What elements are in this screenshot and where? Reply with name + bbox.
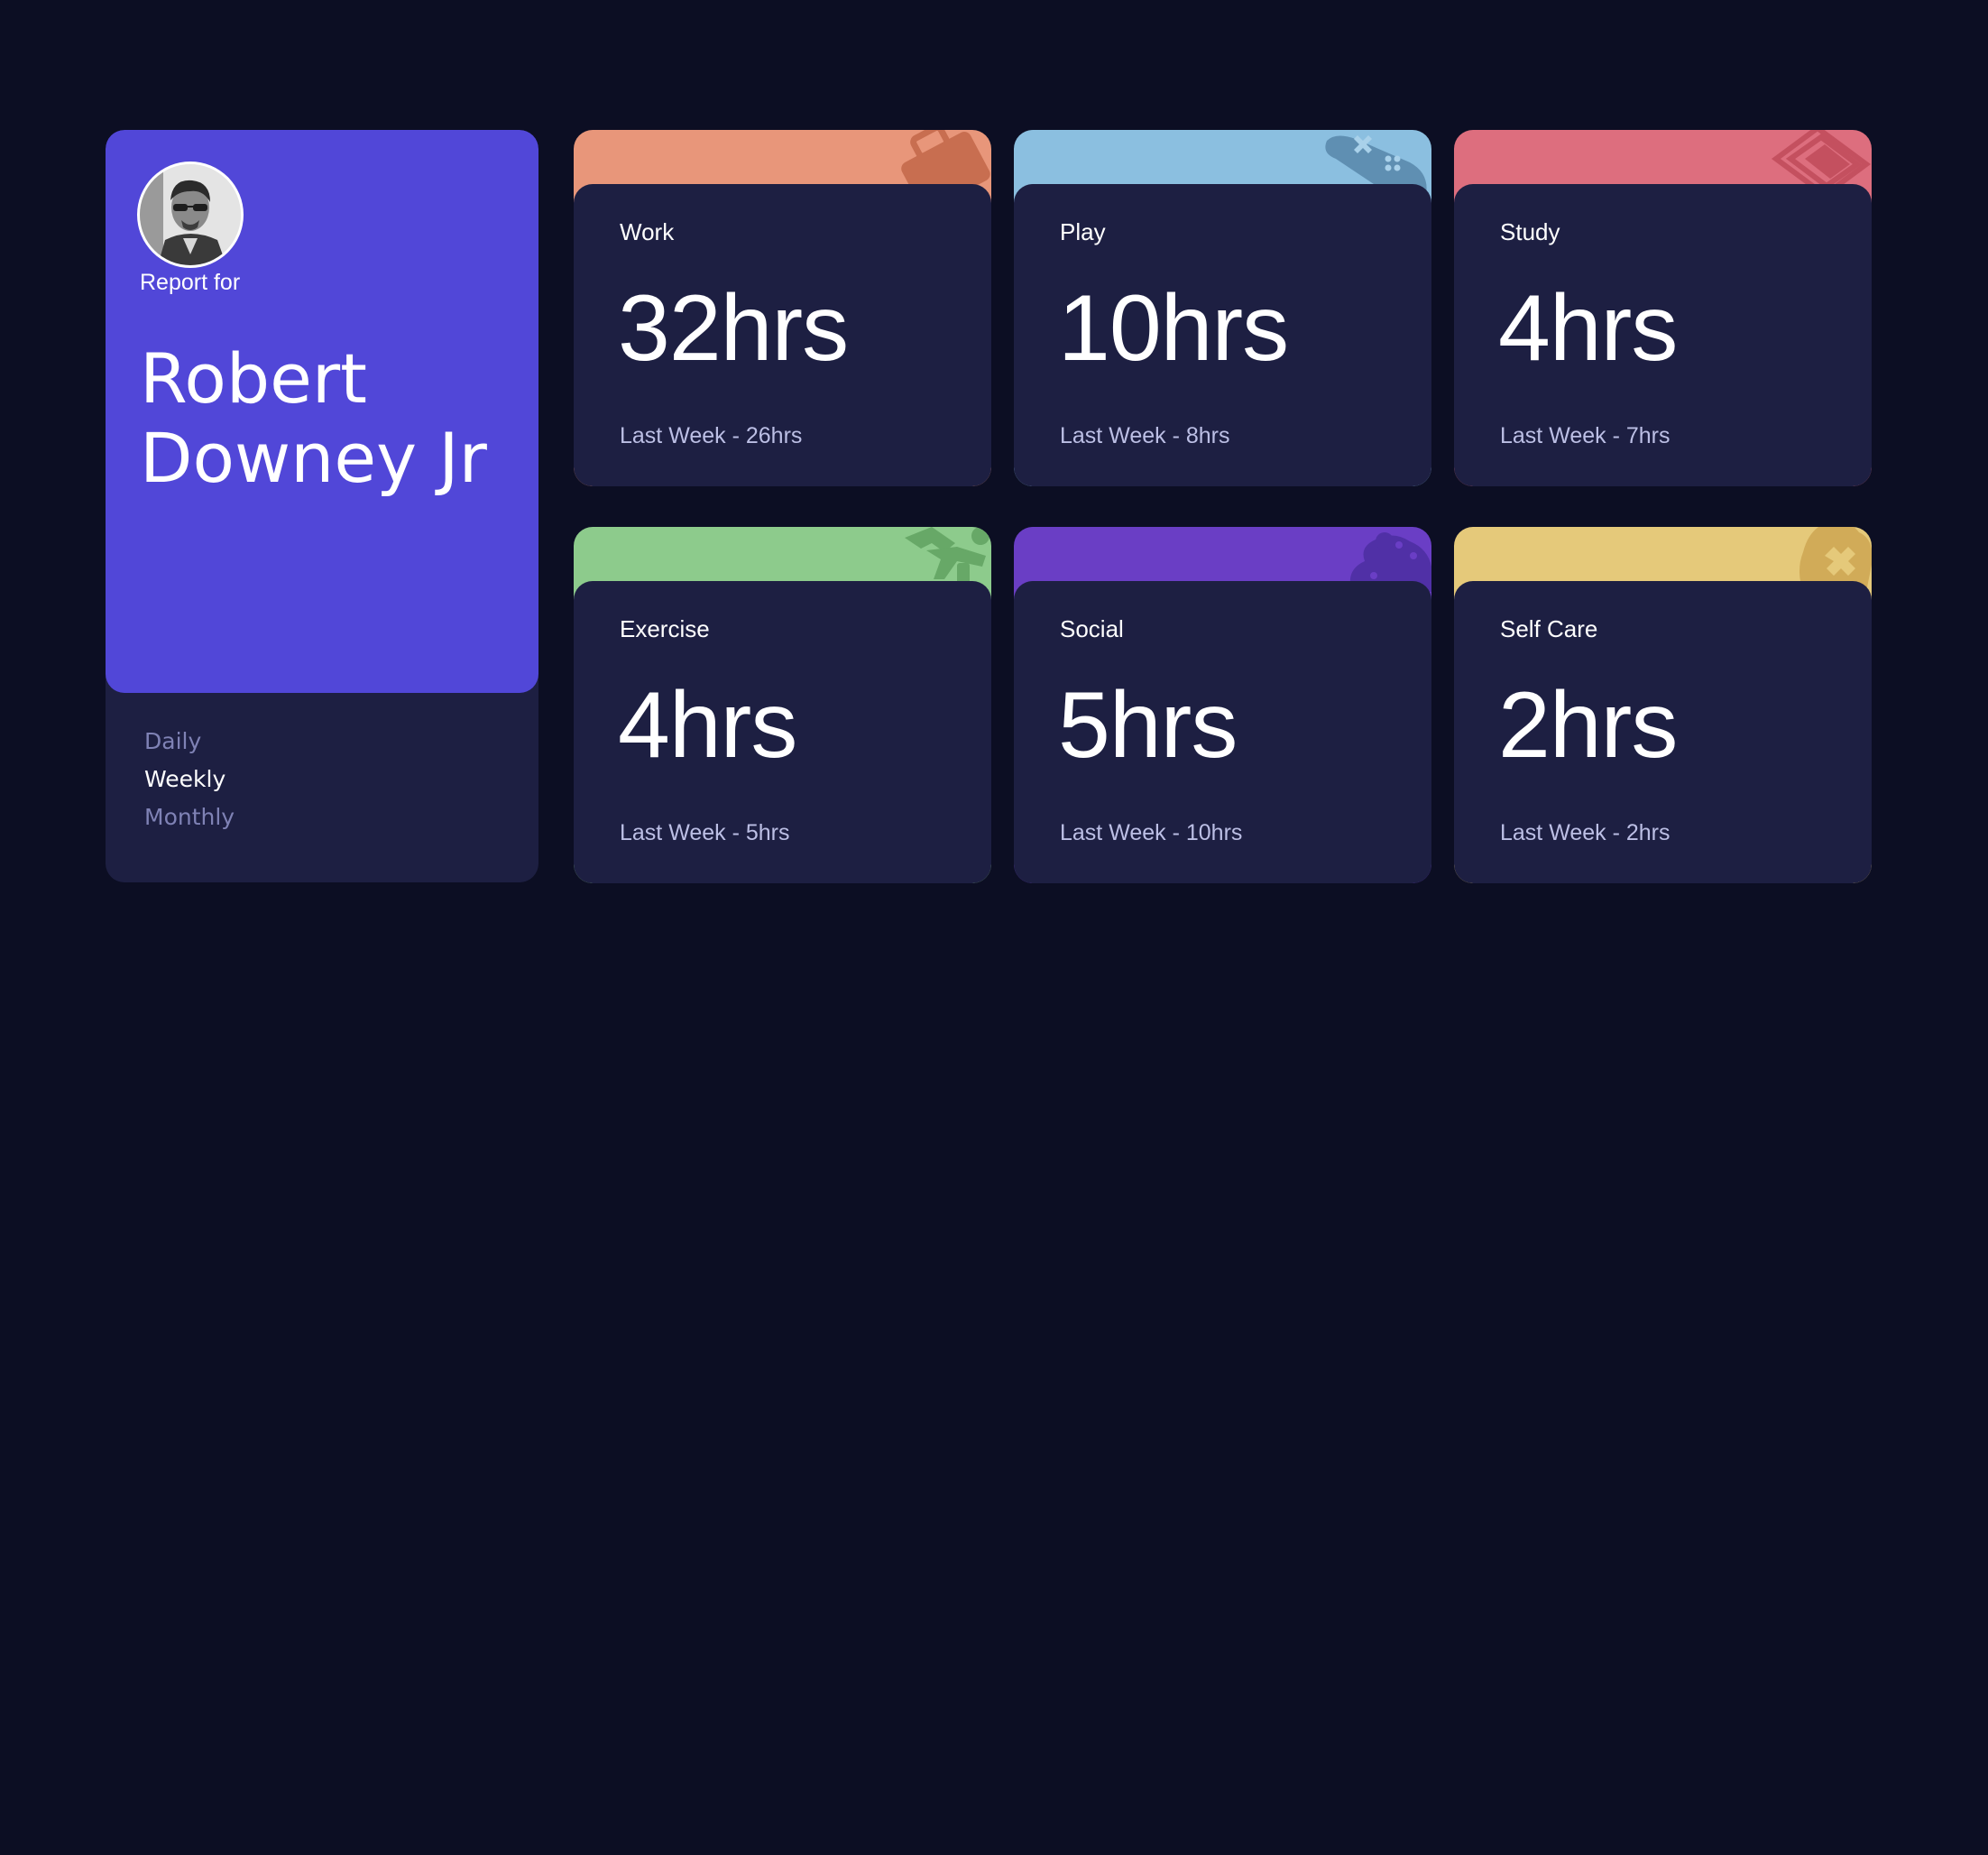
activity-card-work[interactable]: Work 32hrs Last Week - 26hrs — [574, 130, 991, 486]
profile-card: Report for Robert Downey Jr Daily Weekly… — [106, 130, 538, 882]
activity-hours: 4hrs — [1498, 276, 1678, 381]
activity-card-social[interactable]: Social 5hrs Last Week - 10hrs — [1014, 527, 1431, 883]
activity-title: Social — [1060, 615, 1124, 642]
activity-hours: 10hrs — [1058, 276, 1289, 381]
activity-title: Play — [1060, 218, 1106, 245]
activity-card-study[interactable]: Study 4hrs Last Week - 7hrs — [1454, 130, 1872, 486]
activity-hours: 4hrs — [618, 673, 797, 778]
activity-title: Work — [620, 218, 675, 245]
period-monthly-button[interactable]: Monthly — [144, 798, 235, 836]
activity-previous: Last Week - 10hrs — [1060, 820, 1243, 845]
report-for-label: Report for — [140, 270, 241, 295]
activity-previous: Last Week - 26hrs — [620, 423, 803, 448]
activity-card-play[interactable]: Play 10hrs Last Week - 8hrs — [1014, 130, 1431, 486]
activity-previous: Last Week - 8hrs — [1060, 423, 1230, 448]
user-name: Robert Downey Jr — [140, 338, 487, 498]
period-daily-button[interactable]: Daily — [144, 723, 235, 761]
period-selector: Daily Weekly Monthly — [144, 723, 235, 836]
activity-hours: 32hrs — [618, 276, 849, 381]
activity-title: Self Care — [1500, 615, 1598, 642]
activity-previous: Last Week - 5hrs — [620, 820, 790, 845]
activity-body[interactable]: Study 4hrs Last Week - 7hrs — [1454, 184, 1872, 486]
activity-card-self-care[interactable]: Self Care 2hrs Last Week - 2hrs — [1454, 527, 1872, 883]
activity-title: Exercise — [620, 615, 710, 642]
activity-title: Study — [1500, 218, 1560, 245]
profile-header: Report for Robert Downey Jr — [106, 130, 538, 693]
activity-body[interactable]: Work 32hrs Last Week - 26hrs — [574, 184, 991, 486]
activity-previous: Last Week - 7hrs — [1500, 423, 1670, 448]
period-weekly-button[interactable]: Weekly — [144, 761, 235, 798]
activity-body[interactable]: Social 5hrs Last Week - 10hrs — [1014, 581, 1431, 883]
activity-hours: 5hrs — [1058, 673, 1238, 778]
activity-card-exercise[interactable]: Exercise 4hrs Last Week - 5hrs — [574, 527, 991, 883]
activity-body[interactable]: Exercise 4hrs Last Week - 5hrs — [574, 581, 991, 883]
activity-body[interactable]: Self Care 2hrs Last Week - 2hrs — [1454, 581, 1872, 883]
activity-previous: Last Week - 2hrs — [1500, 820, 1670, 845]
activity-hours: 2hrs — [1498, 673, 1678, 778]
activity-body[interactable]: Play 10hrs Last Week - 8hrs — [1014, 184, 1431, 486]
avatar — [140, 164, 241, 265]
